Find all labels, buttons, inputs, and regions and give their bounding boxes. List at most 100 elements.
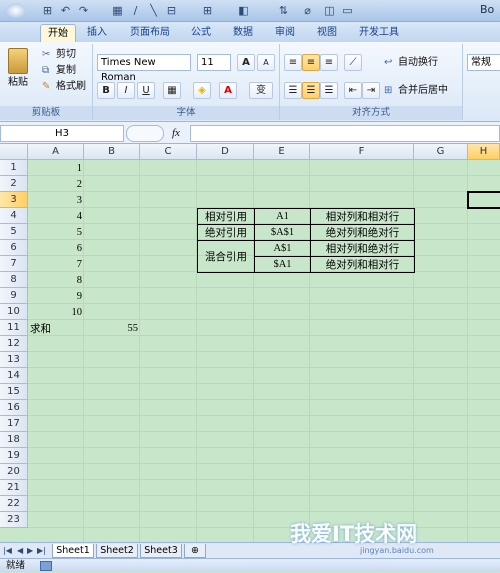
- sheet-nav-first-icon[interactable]: |◀: [3, 544, 12, 558]
- border-icon[interactable]: ⊟: [164, 3, 179, 18]
- formula-input[interactable]: [190, 125, 500, 142]
- row-header-16[interactable]: 16: [0, 400, 28, 416]
- cell-f5[interactable]: 绝对列和绝对行: [310, 224, 415, 241]
- phonetic-button[interactable]: 变: [249, 82, 273, 99]
- column-header-h[interactable]: H: [468, 144, 500, 160]
- row-header-13[interactable]: 13: [0, 352, 28, 368]
- select-all-corner[interactable]: [0, 144, 28, 160]
- row-header-19[interactable]: 19: [0, 448, 28, 464]
- row-header-23[interactable]: 23: [0, 512, 28, 528]
- column-header-c[interactable]: C: [140, 144, 197, 160]
- table-icon[interactable]: ▦: [110, 3, 125, 18]
- row-header-1[interactable]: 1: [0, 160, 28, 176]
- cell-e7[interactable]: $A1: [254, 256, 311, 273]
- sheet-tab-sheet3[interactable]: Sheet3: [140, 544, 182, 558]
- tab-developer[interactable]: 开发工具: [354, 24, 404, 42]
- row-header-8[interactable]: 8: [0, 272, 28, 288]
- decrease-indent-icon[interactable]: ⇤: [344, 82, 362, 99]
- row-header-4[interactable]: 4: [0, 208, 28, 224]
- align-bottom-icon[interactable]: ≡: [320, 54, 338, 71]
- paste-button[interactable]: 粘贴: [8, 76, 28, 90]
- cell-a6[interactable]: 6: [28, 241, 82, 257]
- cell-a10[interactable]: 10: [28, 305, 83, 321]
- number-format-select[interactable]: 常规: [467, 54, 500, 71]
- row-header-5[interactable]: 5: [0, 224, 28, 240]
- row-header-7[interactable]: 7: [0, 256, 28, 272]
- sheet-tab-sheet1[interactable]: Sheet1: [52, 544, 94, 558]
- tab-review[interactable]: 审阅: [270, 24, 300, 42]
- align-top-icon[interactable]: ≡: [284, 54, 302, 71]
- bold-button[interactable]: B: [97, 82, 115, 99]
- cell-d6-merged[interactable]: 混合引用: [197, 240, 255, 273]
- cell-a1[interactable]: 1: [28, 161, 82, 177]
- filter-icon[interactable]: ⌀: [300, 3, 315, 18]
- name-box[interactable]: H3: [0, 125, 124, 142]
- cell-a3[interactable]: 3: [28, 193, 82, 209]
- format-icon[interactable]: ◧: [236, 3, 251, 18]
- cut-icon[interactable]: ✂: [42, 48, 50, 62]
- insert-sheet-icon[interactable]: ⊕: [184, 544, 206, 558]
- cell-b11[interactable]: 55: [84, 321, 139, 337]
- cell-e4[interactable]: A1: [254, 208, 311, 225]
- row-header-17[interactable]: 17: [0, 416, 28, 432]
- row-header-18[interactable]: 18: [0, 432, 28, 448]
- row-header-6[interactable]: 6: [0, 240, 28, 256]
- worksheet-grid[interactable]: A B C D E F G H 1 2 3 4 5 6 7 8 9 10 11 12 13 14 15 16 1…: [0, 144, 500, 542]
- cell-e6[interactable]: A$1: [254, 240, 311, 257]
- row-header-22[interactable]: 22: [0, 496, 28, 512]
- row-header-12[interactable]: 12: [0, 336, 28, 352]
- align-right-icon[interactable]: ☰: [320, 82, 338, 99]
- save-icon[interactable]: ⊞: [40, 3, 55, 18]
- cell-a11[interactable]: 求和: [30, 321, 84, 337]
- merge-icon[interactable]: ⊞: [384, 84, 392, 98]
- tab-data[interactable]: 数据: [228, 24, 258, 42]
- tab-view[interactable]: 视图: [312, 24, 342, 42]
- redo-icon[interactable]: ↷: [76, 3, 91, 18]
- cell-f7[interactable]: 绝对列和相对行: [310, 256, 415, 273]
- row-header-2[interactable]: 2: [0, 176, 28, 192]
- row-header-10[interactable]: 10: [0, 304, 28, 320]
- shrink-font-button[interactable]: A: [257, 54, 275, 71]
- tab-insert[interactable]: 插入: [82, 24, 112, 42]
- border-icon[interactable]: ▦: [163, 82, 181, 99]
- underline-button[interactable]: U: [137, 82, 155, 99]
- italic-button[interactable]: I: [117, 82, 135, 99]
- column-header-f[interactable]: F: [310, 144, 414, 160]
- row-header-3[interactable]: 3: [0, 192, 28, 208]
- cut-button[interactable]: 剪切: [56, 48, 76, 62]
- row-header-21[interactable]: 21: [0, 480, 28, 496]
- grow-font-button[interactable]: A: [237, 54, 255, 71]
- orientation-icon[interactable]: ⟋: [344, 54, 362, 71]
- cell-d5[interactable]: 绝对引用: [197, 224, 255, 241]
- font-size-select[interactable]: 11: [197, 54, 231, 71]
- cell-a9[interactable]: 9: [28, 289, 82, 305]
- align-center-icon[interactable]: ☰: [302, 82, 320, 99]
- column-header-d[interactable]: D: [197, 144, 254, 160]
- wrap-text-icon[interactable]: ↩: [384, 56, 392, 70]
- font-color-icon[interactable]: A: [219, 82, 237, 99]
- office-button[interactable]: [6, 3, 26, 18]
- merge-center-button[interactable]: 合并后居中: [398, 84, 448, 98]
- row-header-14[interactable]: 14: [0, 368, 28, 384]
- copy-button[interactable]: 复制: [56, 64, 76, 78]
- column-header-b[interactable]: B: [84, 144, 140, 160]
- column-header-a[interactable]: A: [28, 144, 84, 160]
- cell-a2[interactable]: 2: [28, 177, 82, 193]
- tab-page-layout[interactable]: 页面布局: [124, 24, 176, 42]
- active-cell-h3[interactable]: [467, 191, 500, 209]
- row-header-20[interactable]: 20: [0, 464, 28, 480]
- align-middle-icon[interactable]: ≡: [302, 54, 320, 71]
- cell-d4[interactable]: 相对引用: [197, 208, 255, 225]
- sort-icon[interactable]: ⇅: [276, 3, 291, 18]
- sheet-nav-next-icon[interactable]: ▶: [27, 544, 33, 558]
- undo-icon[interactable]: ↶: [58, 3, 73, 18]
- row-header-9[interactable]: 9: [0, 288, 28, 304]
- column-header-e[interactable]: E: [254, 144, 310, 160]
- cell-f4[interactable]: 相对列和相对行: [310, 208, 415, 225]
- copy-icon[interactable]: ⧉: [42, 64, 49, 78]
- sheet-nav-last-icon[interactable]: ▶|: [37, 544, 46, 558]
- diagonal-line-icon[interactable]: ╲: [146, 3, 161, 18]
- row-header-11[interactable]: 11: [0, 320, 28, 336]
- sheet-tab-sheet2[interactable]: Sheet2: [96, 544, 138, 558]
- macro-record-icon[interactable]: [40, 561, 52, 571]
